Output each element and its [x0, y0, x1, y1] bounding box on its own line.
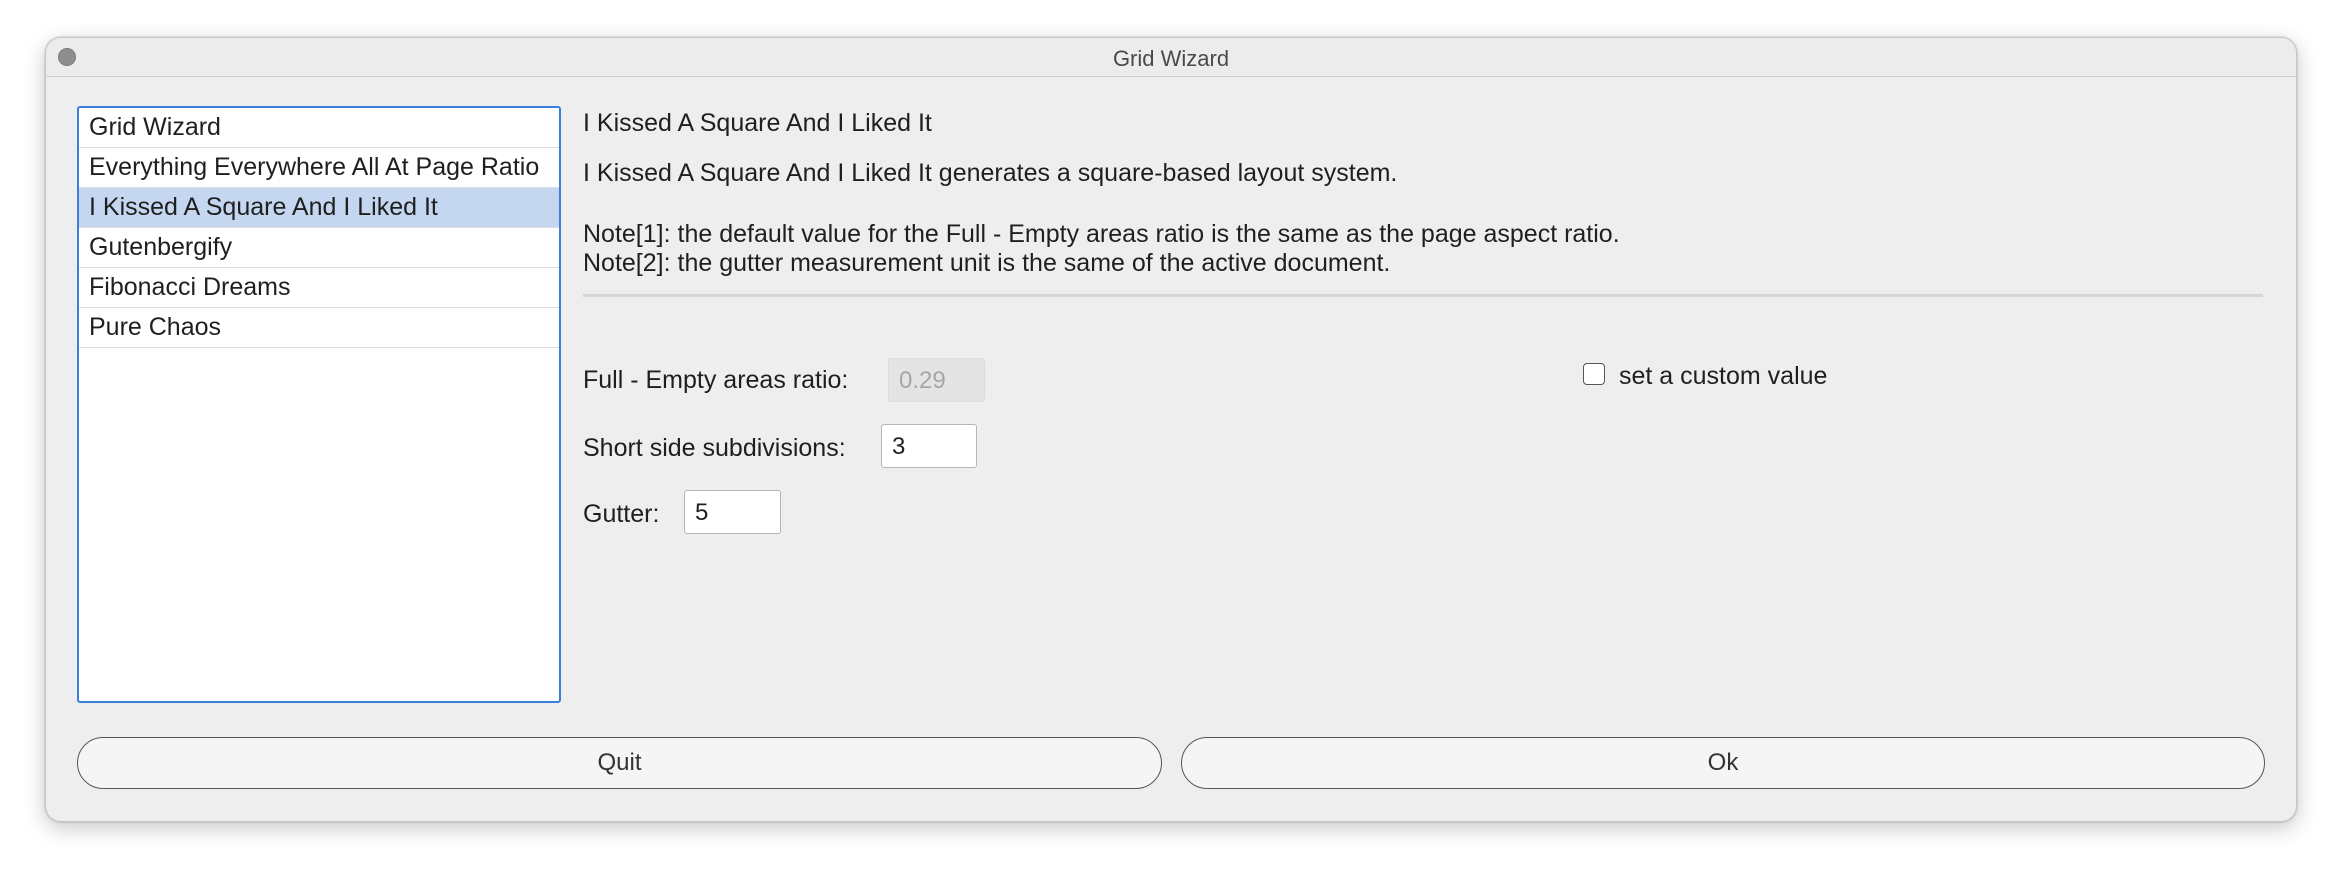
list-item[interactable]: Gutenbergify [79, 228, 559, 268]
gutter-label: Gutter: [583, 500, 660, 528]
note-2: Note[2]: the gutter measurement unit is … [583, 249, 1391, 277]
custom-value-label[interactable]: set a custom value [1619, 362, 1827, 391]
subdivisions-field[interactable]: 3 [881, 424, 977, 468]
panel-description: I Kissed A Square And I Liked It generat… [583, 159, 1398, 187]
custom-value-checkbox[interactable] [1583, 363, 1605, 385]
note-1: Note[1]: the default value for the Full … [583, 220, 1620, 248]
list-item-selected[interactable]: I Kissed A Square And I Liked It [79, 188, 559, 228]
subdivisions-label: Short side subdivisions: [583, 434, 846, 462]
title-bar: Grid Wizard [46, 38, 2296, 77]
ok-button[interactable]: Ok [1181, 737, 2265, 789]
gutter-field[interactable]: 5 [684, 490, 781, 534]
list-item[interactable]: Everything Everywhere All At Page Ratio [79, 148, 559, 188]
list-item[interactable]: Grid Wizard [79, 108, 559, 148]
quit-button[interactable]: Quit [77, 737, 1162, 789]
panel-heading: I Kissed A Square And I Liked It [583, 109, 932, 137]
ratio-field: 0.29 [888, 358, 985, 402]
grid-wizard-dialog: Grid Wizard Grid Wizard Everything Every… [45, 37, 2297, 822]
window-title: Grid Wizard [1112, 46, 1230, 71]
separator [583, 294, 2263, 297]
wizard-list[interactable]: Grid Wizard Everything Everywhere All At… [77, 106, 561, 703]
list-item[interactable]: Pure Chaos [79, 308, 559, 348]
ratio-label: Full - Empty areas ratio: [583, 366, 849, 394]
list-item[interactable]: Fibonacci Dreams [79, 268, 559, 308]
